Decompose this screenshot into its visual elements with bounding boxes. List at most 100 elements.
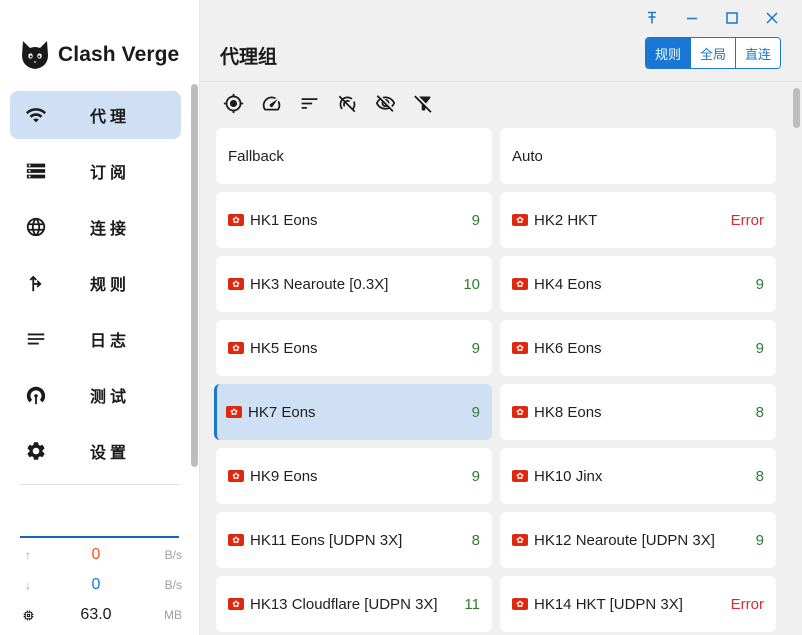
hide-unavailable-button[interactable] xyxy=(374,92,396,114)
proxy-card[interactable]: ✿ HK1 Eons 9 xyxy=(216,192,492,248)
proxy-delay[interactable]: Error xyxy=(731,596,764,613)
sidebar-item-rules[interactable]: 规则 xyxy=(10,259,181,307)
proxy-delay[interactable]: 9 xyxy=(472,468,480,485)
filter-off-button[interactable] xyxy=(412,92,434,114)
filter-off-icon xyxy=(413,94,432,113)
hide-delay-button[interactable] xyxy=(336,92,358,114)
proxy-card[interactable]: Auto xyxy=(500,128,776,184)
proxy-name: HK2 HKT xyxy=(534,211,598,229)
proxy-name: HK6 Eons xyxy=(534,339,602,357)
proxy-card[interactable]: ✿ HK3 Nearoute [0.3X] 10 xyxy=(216,256,492,312)
hong-kong-flag-icon: ✿ xyxy=(512,278,528,290)
globe-icon xyxy=(10,216,62,238)
proxy-card[interactable]: ✿ HK4 Eons 9 xyxy=(500,256,776,312)
speed-test-icon xyxy=(262,96,280,111)
sidebar-nav: 代理 订阅 连接 规则 日志 测试 设置 xyxy=(10,91,181,483)
sidebar-item-proxy[interactable]: 代理 xyxy=(10,91,181,139)
sidebar-item-label: 代理 xyxy=(90,109,131,126)
download-speed-value: 0 xyxy=(91,576,101,593)
proxy-name: Auto xyxy=(512,147,543,165)
sidebar-item-settings[interactable]: 设置 xyxy=(10,427,181,475)
hide-delay-icon xyxy=(338,95,355,112)
proxy-card[interactable]: ✿ HK13 Cloudflare [UDPN 3X] 11 xyxy=(216,576,492,632)
proxy-delay[interactable]: Error xyxy=(731,212,764,229)
sidebar-item-test[interactable]: 测试 xyxy=(10,371,181,419)
hong-kong-flag-icon: ✿ xyxy=(226,406,242,418)
proxy-delay[interactable]: 9 xyxy=(472,340,480,357)
proxy-delay[interactable]: 9 xyxy=(756,340,764,357)
memory-usage-unit: MB xyxy=(164,608,182,622)
proxy-delay[interactable]: 11 xyxy=(464,596,480,613)
memory-usage-row: 63.0 MB xyxy=(18,604,182,626)
proxy-delay[interactable]: 9 xyxy=(756,276,764,293)
proxy-name: HK14 HKT [UDPN 3X] xyxy=(534,595,683,613)
main-panel: 代理组 规则 全局 直连 Fallback Auto ✿ HK1 Eons 9 … xyxy=(200,0,802,635)
proxy-card[interactable]: Fallback xyxy=(216,128,492,184)
pin-button[interactable] xyxy=(632,6,672,30)
sidebar-item-logs[interactable]: 日志 xyxy=(10,315,181,363)
proxy-delay[interactable]: 10 xyxy=(463,276,480,293)
proxy-name: HK1 Eons xyxy=(250,211,318,229)
proxy-name: HK5 Eons xyxy=(250,339,318,357)
sidebar-item-label: 日志 xyxy=(90,333,131,350)
mode-rule-button[interactable]: 规则 xyxy=(645,38,690,68)
proxy-card[interactable]: ✿ HK6 Eons 9 xyxy=(500,320,776,376)
memory-usage-value: 63.0 xyxy=(80,606,112,623)
proxy-card[interactable]: ✿ HK14 HKT [UDPN 3X] Error xyxy=(500,576,776,632)
proxy-card[interactable]: ✿ HK11 Eons [UDPN 3X] 8 xyxy=(216,512,492,568)
proxy-card[interactable]: ✿ HK9 Eons 9 xyxy=(216,448,492,504)
proxy-name: HK3 Nearoute [0.3X] xyxy=(250,275,389,293)
proxy-card[interactable]: ✿ HK2 HKT Error xyxy=(500,192,776,248)
hong-kong-flag-icon: ✿ xyxy=(228,278,244,290)
cat-logo-icon xyxy=(22,41,48,69)
hong-kong-flag-icon: ✿ xyxy=(512,406,528,418)
sort-button[interactable] xyxy=(298,92,320,114)
proxy-card[interactable]: ✿ HK5 Eons 9 xyxy=(216,320,492,376)
proxy-name: HK4 Eons xyxy=(534,275,602,293)
maximize-icon xyxy=(726,12,738,24)
proxy-card[interactable]: ✿ HK10 Jinx 8 xyxy=(500,448,776,504)
hong-kong-flag-icon: ✿ xyxy=(228,214,244,226)
mode-global-button[interactable]: 全局 xyxy=(689,38,735,68)
hong-kong-flag-icon: ✿ xyxy=(228,470,244,482)
proxy-name: Fallback xyxy=(228,147,284,165)
sort-icon xyxy=(301,97,317,109)
proxy-card[interactable]: ✿ HK8 Eons 8 xyxy=(500,384,776,440)
sidebar-divider xyxy=(20,484,179,485)
proxy-name: HK8 Eons xyxy=(534,403,602,421)
notes-icon xyxy=(10,328,62,350)
sidebar-scrollbar[interactable] xyxy=(191,84,198,467)
close-button[interactable] xyxy=(752,6,792,30)
traffic-graph xyxy=(20,536,179,538)
mode-direct-button[interactable]: 直连 xyxy=(734,38,780,68)
window-controls xyxy=(632,6,792,30)
locate-button[interactable] xyxy=(222,92,244,114)
proxy-delay[interactable]: 8 xyxy=(472,532,480,549)
eye-off-icon xyxy=(375,94,395,112)
hong-kong-flag-icon: ✿ xyxy=(512,342,528,354)
maximize-button[interactable] xyxy=(712,6,752,30)
sidebar: Clash Verge 代理 订阅 连接 规则 日志 测试 设置 ↑ 0 B/s… xyxy=(0,0,200,635)
proxy-mode-switch: 规则 全局 直连 xyxy=(644,37,781,69)
hong-kong-flag-icon: ✿ xyxy=(512,534,528,546)
upload-speed-value: 0 xyxy=(91,546,101,563)
proxy-card[interactable]: ✿ HK7 Eons 9 xyxy=(214,384,492,440)
content-scrollbar[interactable] xyxy=(793,88,800,128)
proxy-toolbar xyxy=(222,92,434,114)
proxy-delay[interactable]: 9 xyxy=(756,532,764,549)
sidebar-item-label: 订阅 xyxy=(90,165,131,182)
sidebar-item-subscription[interactable]: 订阅 xyxy=(10,147,181,195)
hong-kong-flag-icon: ✿ xyxy=(512,470,528,482)
sidebar-item-label: 连接 xyxy=(90,221,131,238)
proxy-card[interactable]: ✿ HK12 Nearoute [UDPN 3X] 9 xyxy=(500,512,776,568)
minimize-icon xyxy=(687,17,697,20)
proxy-delay[interactable]: 8 xyxy=(756,468,764,485)
proxy-delay[interactable]: 8 xyxy=(756,404,764,421)
speed-test-button[interactable] xyxy=(260,92,282,114)
proxy-name: HK9 Eons xyxy=(250,467,318,485)
sidebar-item-connections[interactable]: 连接 xyxy=(10,203,181,251)
proxy-delay[interactable]: 9 xyxy=(472,404,480,421)
hong-kong-flag-icon: ✿ xyxy=(228,342,244,354)
minimize-button[interactable] xyxy=(672,6,712,30)
proxy-delay[interactable]: 9 xyxy=(472,212,480,229)
